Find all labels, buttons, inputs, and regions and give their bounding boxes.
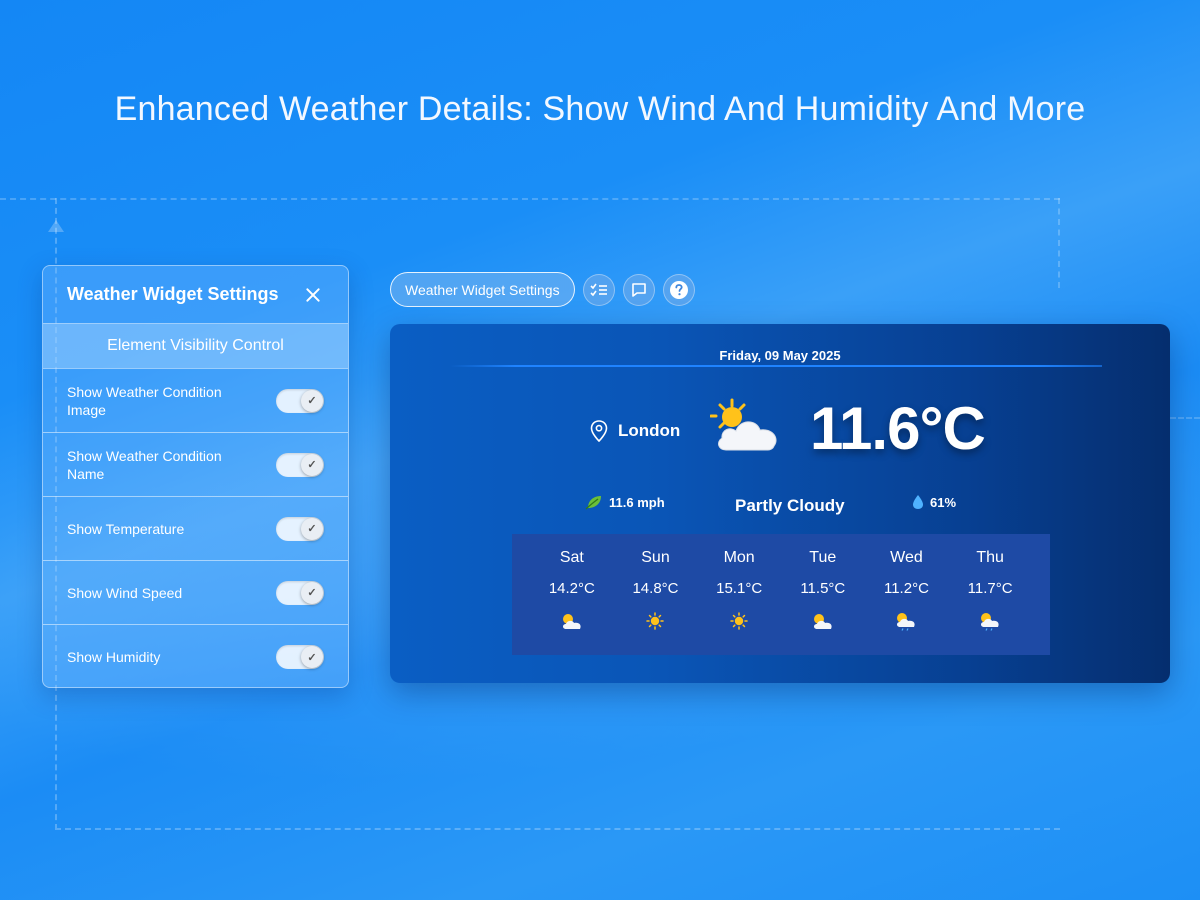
weather-condition: Partly Cloudy <box>735 496 845 515</box>
partly-cloudy-rain-icon <box>897 613 916 631</box>
humidity: 61% <box>912 494 956 510</box>
check-icon: ✓ <box>301 646 323 668</box>
forecast-day-temp: 14.8°C <box>632 580 679 597</box>
forecast-day-name: Wed <box>890 549 923 566</box>
forecast-day-name: Sun <box>641 549 670 566</box>
forecast-day-name: Mon <box>723 549 755 566</box>
setting-label: Show Weather Condition Image <box>67 383 222 418</box>
humidity-toggle[interactable]: ✓ <box>276 645 324 669</box>
guide-arrow-icon <box>48 220 64 232</box>
setting-row-temperature: Show Temperature ✓ <box>43 497 348 561</box>
location-name: London <box>618 421 681 440</box>
setting-row-wind-speed: Show Wind Speed ✓ <box>43 561 348 625</box>
forecast-day: Sat 14.2°C <box>537 534 607 655</box>
location: London <box>590 420 680 442</box>
forecast-day-temp: 15.1°C <box>716 580 763 597</box>
help-button[interactable] <box>662 273 695 306</box>
forecast-day-name: Sat <box>559 549 584 566</box>
setting-label: Show Weather Condition Name <box>67 447 222 482</box>
section-header: Element Visibility Control <box>43 324 348 369</box>
forecast-day-temp: 11.5°C <box>800 580 846 597</box>
partly-cloudy-rain-icon <box>981 613 999 631</box>
forecast-day: Tue 11.5°C <box>788 534 858 655</box>
sunny-icon <box>646 612 665 630</box>
weather-widget: Friday, 09 May 2025 London 11.6°C 11.6 m… <box>390 324 1170 683</box>
condition-image-toggle[interactable]: ✓ <box>276 388 324 413</box>
comment-button[interactable] <box>622 273 655 306</box>
partly-cloudy-icon <box>710 398 777 451</box>
settings-panel-title: Weather Widget Settings <box>67 284 279 304</box>
forecast-day-temp: 11.2°C <box>883 580 929 597</box>
temperature-toggle[interactable]: ✓ <box>276 516 324 541</box>
wind-speed-value: 11.6 mph <box>609 494 665 510</box>
setting-row-condition-name: Show Weather Condition Name ✓ <box>43 433 348 497</box>
guide-line-right <box>1058 198 1060 288</box>
settings-panel-header: Weather Widget Settings <box>43 266 348 324</box>
check-icon: ✓ <box>301 389 323 412</box>
condition-name-toggle[interactable]: ✓ <box>276 452 324 477</box>
forecast-day: Mon 15.1°C <box>704 534 774 655</box>
close-icon[interactable] <box>302 284 324 306</box>
guide-line-edge <box>1170 417 1200 419</box>
forecast-day-temp: 11.7°C <box>967 580 1013 597</box>
location-pin-icon <box>590 420 608 442</box>
forecast-day: Thu 11.7°C <box>955 534 1025 655</box>
setting-label: Show Humidity <box>67 649 161 665</box>
partly-cloudy-icon <box>562 614 581 629</box>
sunny-icon <box>730 612 748 630</box>
check-icon: ✓ <box>301 517 323 540</box>
setting-label: Show Wind Speed <box>67 584 183 601</box>
forecast-day-name: Tue <box>809 549 837 566</box>
page-headline: Enhanced Weather Details: Show Wind And … <box>114 90 1086 128</box>
wind-speed: 11.6 mph <box>585 494 665 510</box>
forecast-strip: Sat 14.2°C Sun 14.8°C Mon 15.1°C Tue 11.… <box>512 534 1050 655</box>
setting-row-humidity: Show Humidity ✓ <box>43 625 348 687</box>
setting-row-condition-image: Show Weather Condition Image ✓ <box>43 369 348 433</box>
checklist-icon <box>590 283 607 296</box>
current-temperature: 11.6°C <box>810 395 986 462</box>
guide-line-top <box>0 198 1060 200</box>
date-divider <box>450 365 1102 367</box>
forecast-day-name: Thu <box>976 549 1004 566</box>
water-drop-icon <box>913 495 923 509</box>
forecast-day: Sun 14.8°C <box>620 534 690 655</box>
forecast-day-temp: 14.2°C <box>548 580 595 597</box>
wind-leaf-icon <box>585 496 601 510</box>
partly-cloudy-icon <box>813 614 832 629</box>
check-icon: ✓ <box>301 453 323 476</box>
settings-panel: Weather Widget Settings Element Visibili… <box>42 265 349 688</box>
widget-settings-button[interactable]: Weather Widget Settings <box>390 272 575 307</box>
weather-date: Friday, 09 May 2025 <box>719 348 841 363</box>
forecast-day: Wed 11.2°C <box>871 534 941 655</box>
widget-toolbar: Weather Widget Settings <box>390 272 695 307</box>
wind-speed-toggle[interactable]: ✓ <box>276 580 324 605</box>
help-icon <box>669 280 688 299</box>
checklist-button[interactable] <box>582 273 615 306</box>
humidity-value: 61% <box>930 494 957 510</box>
setting-label: Show Temperature <box>67 520 185 537</box>
check-icon: ✓ <box>301 581 323 604</box>
comment-icon <box>631 282 646 297</box>
